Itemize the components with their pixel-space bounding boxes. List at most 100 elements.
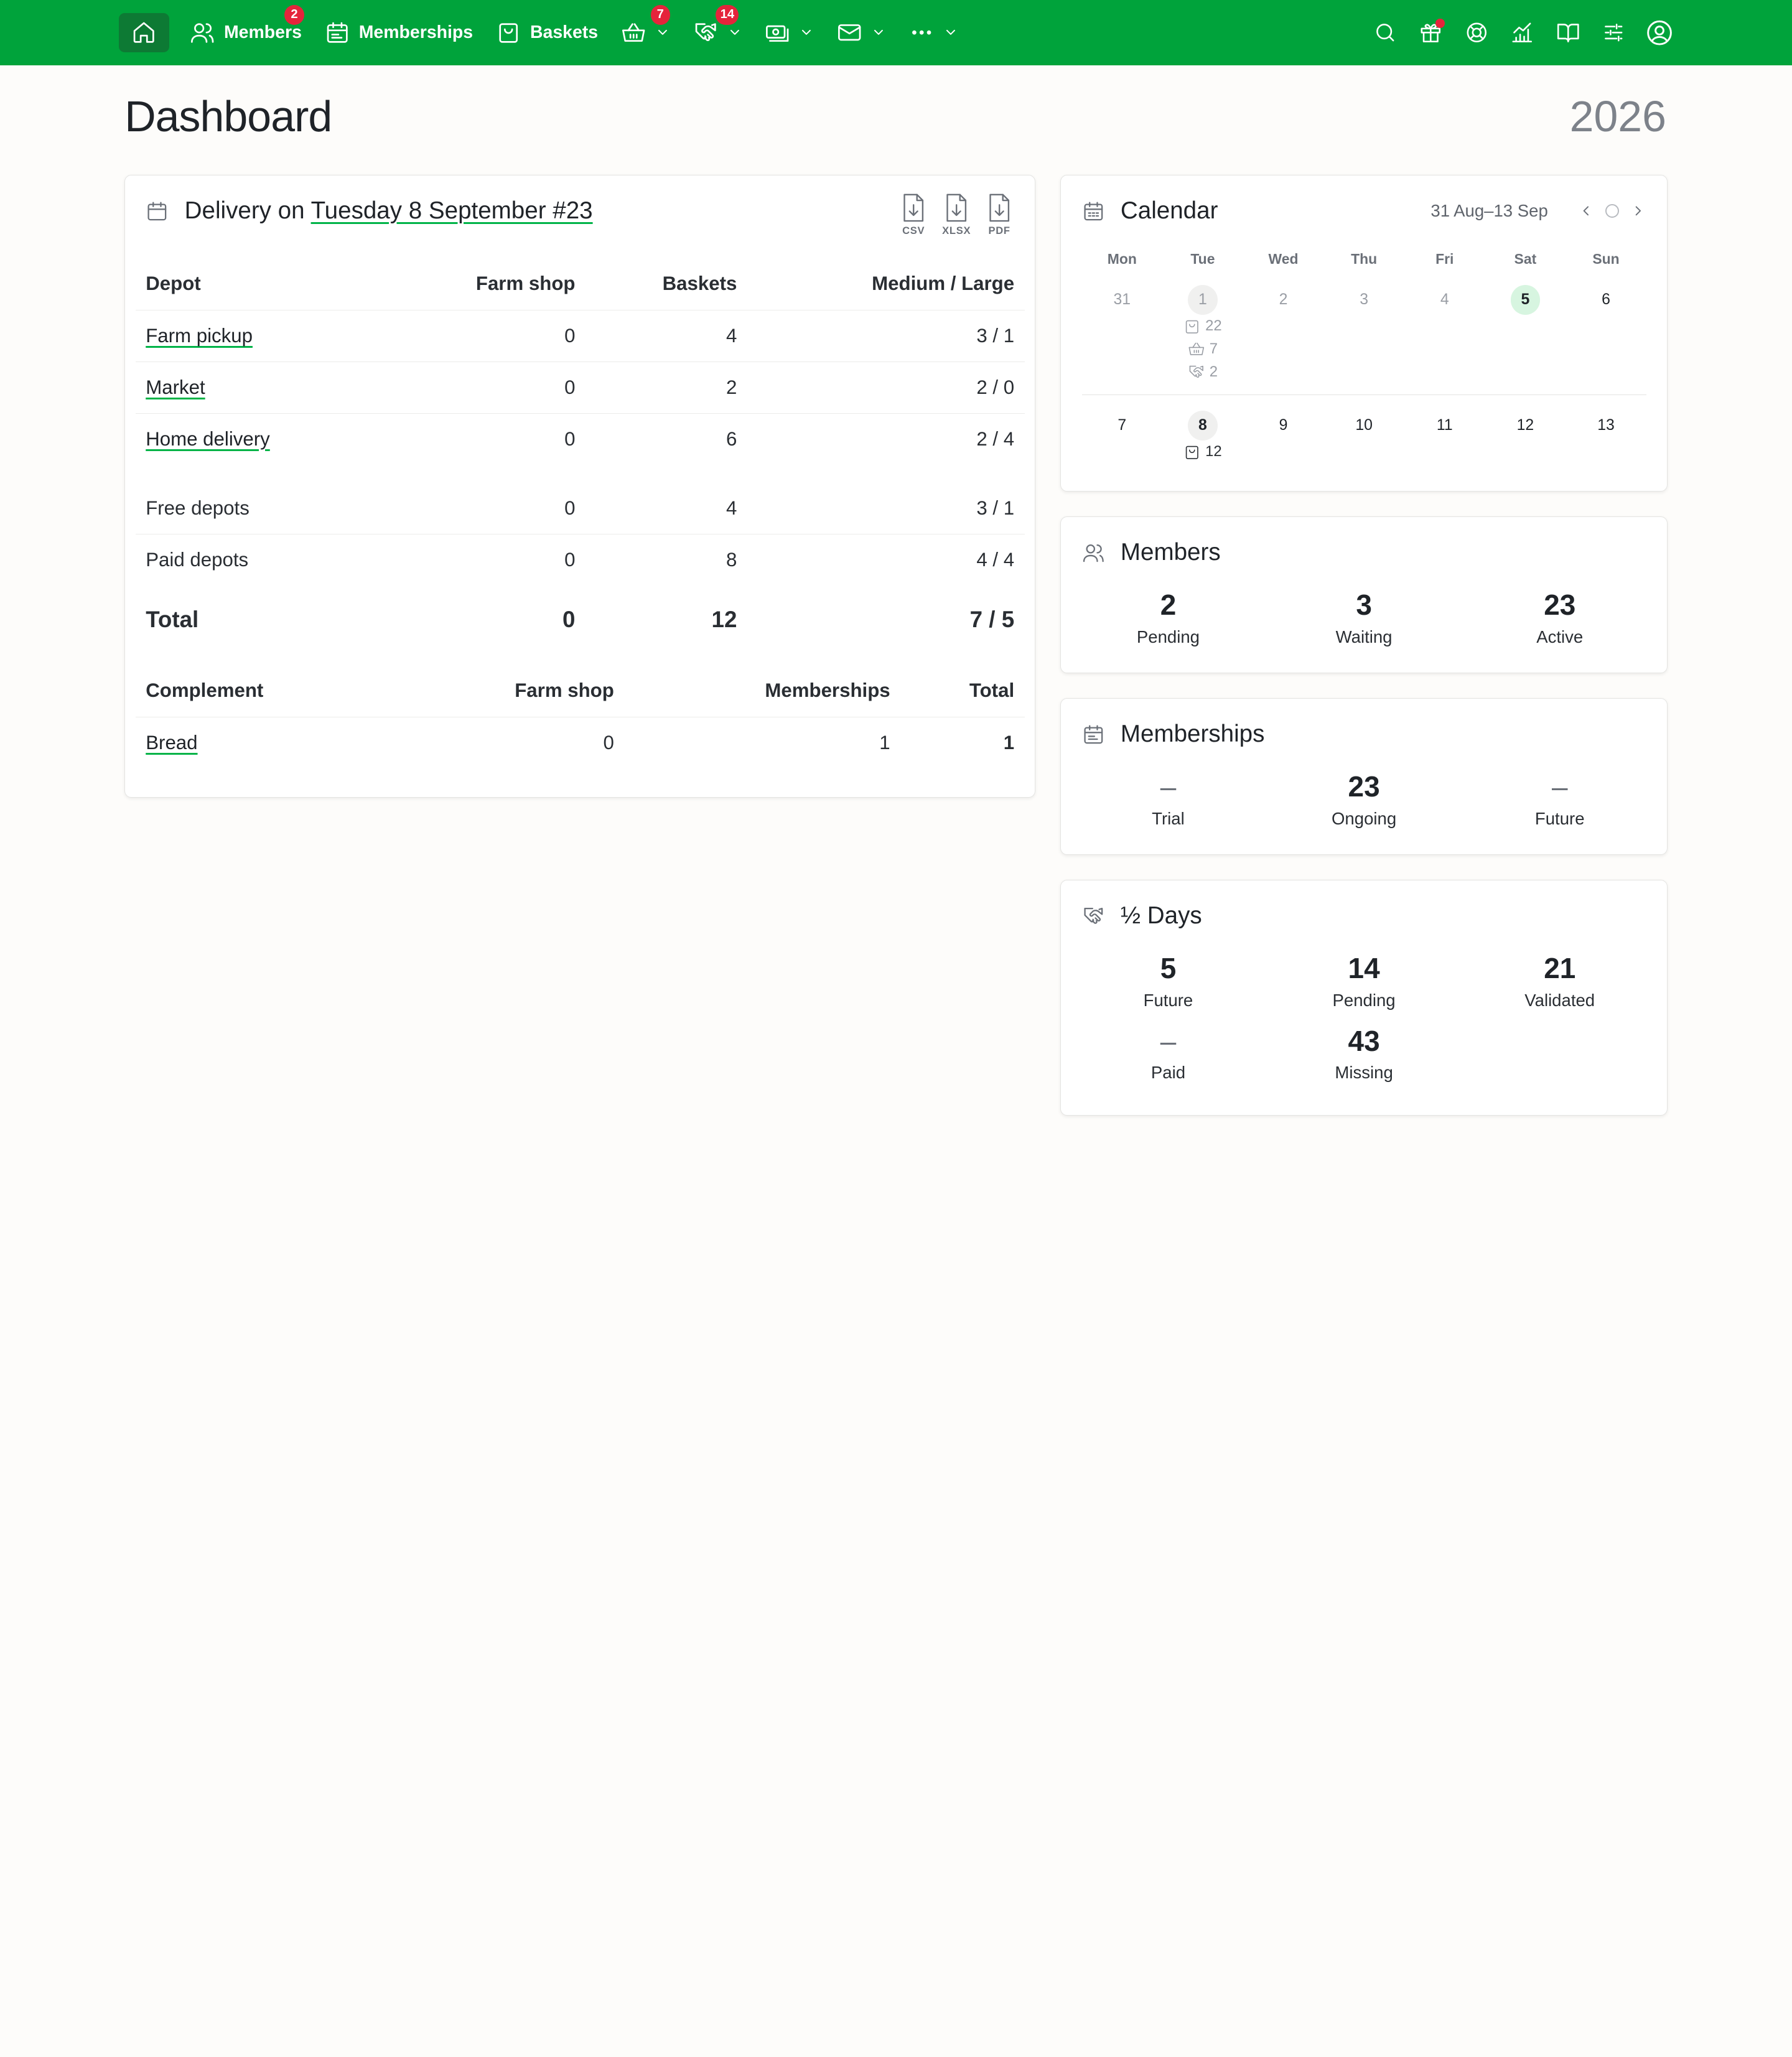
- group-cell: Paid depots: [135, 534, 382, 586]
- stats-button[interactable]: [1508, 19, 1536, 46]
- search-button[interactable]: [1371, 19, 1399, 46]
- stat-missing[interactable]: 43 Missing: [1266, 1024, 1462, 1083]
- calendar-grid-icon: [1083, 202, 1103, 220]
- farm-shop-badge: 7: [650, 5, 670, 25]
- calendar-day[interactable]: 2: [1269, 285, 1299, 315]
- nav-billing-menu[interactable]: [754, 13, 826, 52]
- halfdays-stats: 5 Future 14 Pending 21 Validated – Paid …: [1061, 951, 1666, 1083]
- calendar-day[interactable]: 6: [1591, 285, 1621, 315]
- farm-shop-cell: 0: [564, 497, 576, 520]
- nav-more-menu[interactable]: [897, 13, 969, 52]
- calendar-title: Calendar: [1120, 197, 1218, 224]
- calendar-today-button[interactable]: [1605, 203, 1619, 218]
- memberships-card: Memberships – Trial 23 Ongoing – Future: [1060, 698, 1668, 855]
- file-download-icon: [946, 194, 967, 222]
- weekday-label: Mon: [1107, 251, 1137, 268]
- nav-farm-shop-menu[interactable]: 7: [609, 5, 681, 52]
- depot-link[interactable]: Market: [146, 376, 205, 398]
- column-header: Depot: [146, 273, 201, 295]
- nav-home-button[interactable]: [119, 13, 169, 52]
- stat-pending[interactable]: 2 Pending: [1070, 588, 1266, 646]
- calendar-day[interactable]: 31: [1107, 285, 1137, 315]
- calendar-baskets-stat: 22: [1183, 315, 1222, 338]
- chevron-left-icon[interactable]: [1578, 203, 1594, 219]
- calendar-cell: 8 12: [1162, 409, 1243, 464]
- complement-link[interactable]: Bread: [146, 732, 197, 753]
- depot-link[interactable]: Farm pickup: [146, 325, 253, 347]
- calendar-week: 7 8 12 9 10 11 12 13: [1082, 395, 1646, 464]
- export-pdf-button[interactable]: PDF: [987, 194, 1012, 237]
- calendar-cell: 11: [1404, 409, 1485, 464]
- chart-icon: [1512, 22, 1533, 43]
- calendar-list-icon: [327, 22, 348, 43]
- stat-validated[interactable]: 21 Validated: [1462, 951, 1658, 1010]
- stat-future[interactable]: – Future: [1462, 770, 1658, 828]
- calendar-day[interactable]: 12: [1511, 411, 1541, 441]
- chevron-right-icon[interactable]: [1630, 203, 1646, 219]
- delivery-title: Delivery on Tuesday 8 September #23: [185, 197, 593, 225]
- nav-memberships-label: Memberships: [358, 22, 474, 42]
- account-button[interactable]: [1646, 19, 1673, 46]
- total-cell: 1: [900, 717, 1025, 769]
- calendar-cell: 4: [1404, 283, 1485, 394]
- calendar-day[interactable]: 9: [1269, 411, 1299, 441]
- calendar-baskets-count: 12: [1205, 443, 1222, 460]
- members-card: Members 2 Pending 3 Waiting 23 Active: [1060, 516, 1668, 673]
- export-xlsx-button[interactable]: XLSX: [942, 194, 971, 237]
- stat-trial[interactable]: – Trial: [1070, 770, 1266, 828]
- docs-button[interactable]: [1554, 19, 1582, 46]
- stat-value: 14: [1348, 952, 1380, 985]
- calendar-day[interactable]: 13: [1591, 411, 1621, 441]
- column-header: Medium / Large: [872, 273, 1015, 295]
- halfdays-card: ½ Days 5 Future 14 Pending 21 Validated …: [1060, 880, 1668, 1116]
- calendar-cell: 6: [1566, 283, 1646, 394]
- nav-baskets[interactable]: Baskets: [485, 13, 610, 52]
- stat-waiting[interactable]: 3 Waiting: [1266, 588, 1462, 646]
- export-csv-button[interactable]: CSV: [901, 194, 926, 237]
- calendar-day[interactable]: 3: [1349, 285, 1379, 315]
- calendar-cell: 31: [1082, 283, 1163, 394]
- calendar-card-header: Calendar 31 Aug–13 Sep: [1061, 175, 1666, 246]
- total-baskets: 12: [711, 607, 737, 633]
- file-download-icon: [989, 194, 1009, 222]
- members-stats: 2 Pending 3 Waiting 23 Active: [1061, 588, 1666, 646]
- delivery-date-link[interactable]: Tuesday 8 September #23: [311, 197, 593, 224]
- calendar-day[interactable]: 4: [1430, 285, 1460, 315]
- handshake-icon: [1189, 365, 1203, 378]
- table-row: Farm pickup 0 4 3 / 1: [135, 310, 1025, 362]
- calendar-day[interactable]: 7: [1107, 411, 1137, 441]
- stat-label: Trial: [1152, 808, 1185, 828]
- calendar-day-today[interactable]: 5: [1510, 285, 1541, 315]
- help-button[interactable]: [1463, 19, 1490, 46]
- calendar-day[interactable]: 11: [1430, 411, 1460, 441]
- nav-memberships[interactable]: Memberships: [313, 13, 484, 52]
- table-row: Paid depots 0 8 4 / 4: [135, 534, 1025, 586]
- nav-members[interactable]: Members 2: [179, 5, 314, 52]
- shopping-bag-icon: [499, 23, 518, 43]
- baskets-cell: 4: [585, 310, 747, 362]
- settings-button[interactable]: [1600, 19, 1627, 46]
- stat-active[interactable]: 23 Active: [1462, 588, 1658, 646]
- column-header: Complement: [146, 679, 264, 702]
- calendar-day-selected[interactable]: 8: [1188, 411, 1218, 441]
- nav-mail-menu[interactable]: [826, 13, 898, 52]
- stat-value: 21: [1544, 952, 1576, 985]
- stat-ongoing[interactable]: 23 Ongoing: [1266, 770, 1462, 828]
- stat-label: Validated: [1524, 990, 1595, 1010]
- stat-value: –: [1160, 1024, 1177, 1057]
- depot-cell: Home delivery: [135, 413, 382, 465]
- calendar-day[interactable]: 1: [1188, 285, 1218, 315]
- export-xlsx-label: XLSX: [942, 224, 971, 236]
- calendar-day[interactable]: 10: [1349, 411, 1379, 441]
- depot-link[interactable]: Home delivery: [146, 428, 270, 450]
- stat-label: Paid: [1150, 1063, 1186, 1083]
- stat-future[interactable]: 5 Future: [1070, 951, 1266, 1010]
- calendar-baskets-count: 22: [1205, 317, 1222, 335]
- updates-button[interactable]: [1417, 19, 1445, 46]
- nav-halfdays-menu[interactable]: 14: [681, 5, 754, 52]
- stat-pending[interactable]: 14 Pending: [1266, 951, 1462, 1010]
- stat-paid[interactable]: – Paid: [1070, 1024, 1266, 1083]
- calendar-shop-stat: 7: [1188, 338, 1218, 361]
- table-row: Bread 0 1 1: [135, 717, 1025, 769]
- chevron-down-icon: [946, 30, 955, 35]
